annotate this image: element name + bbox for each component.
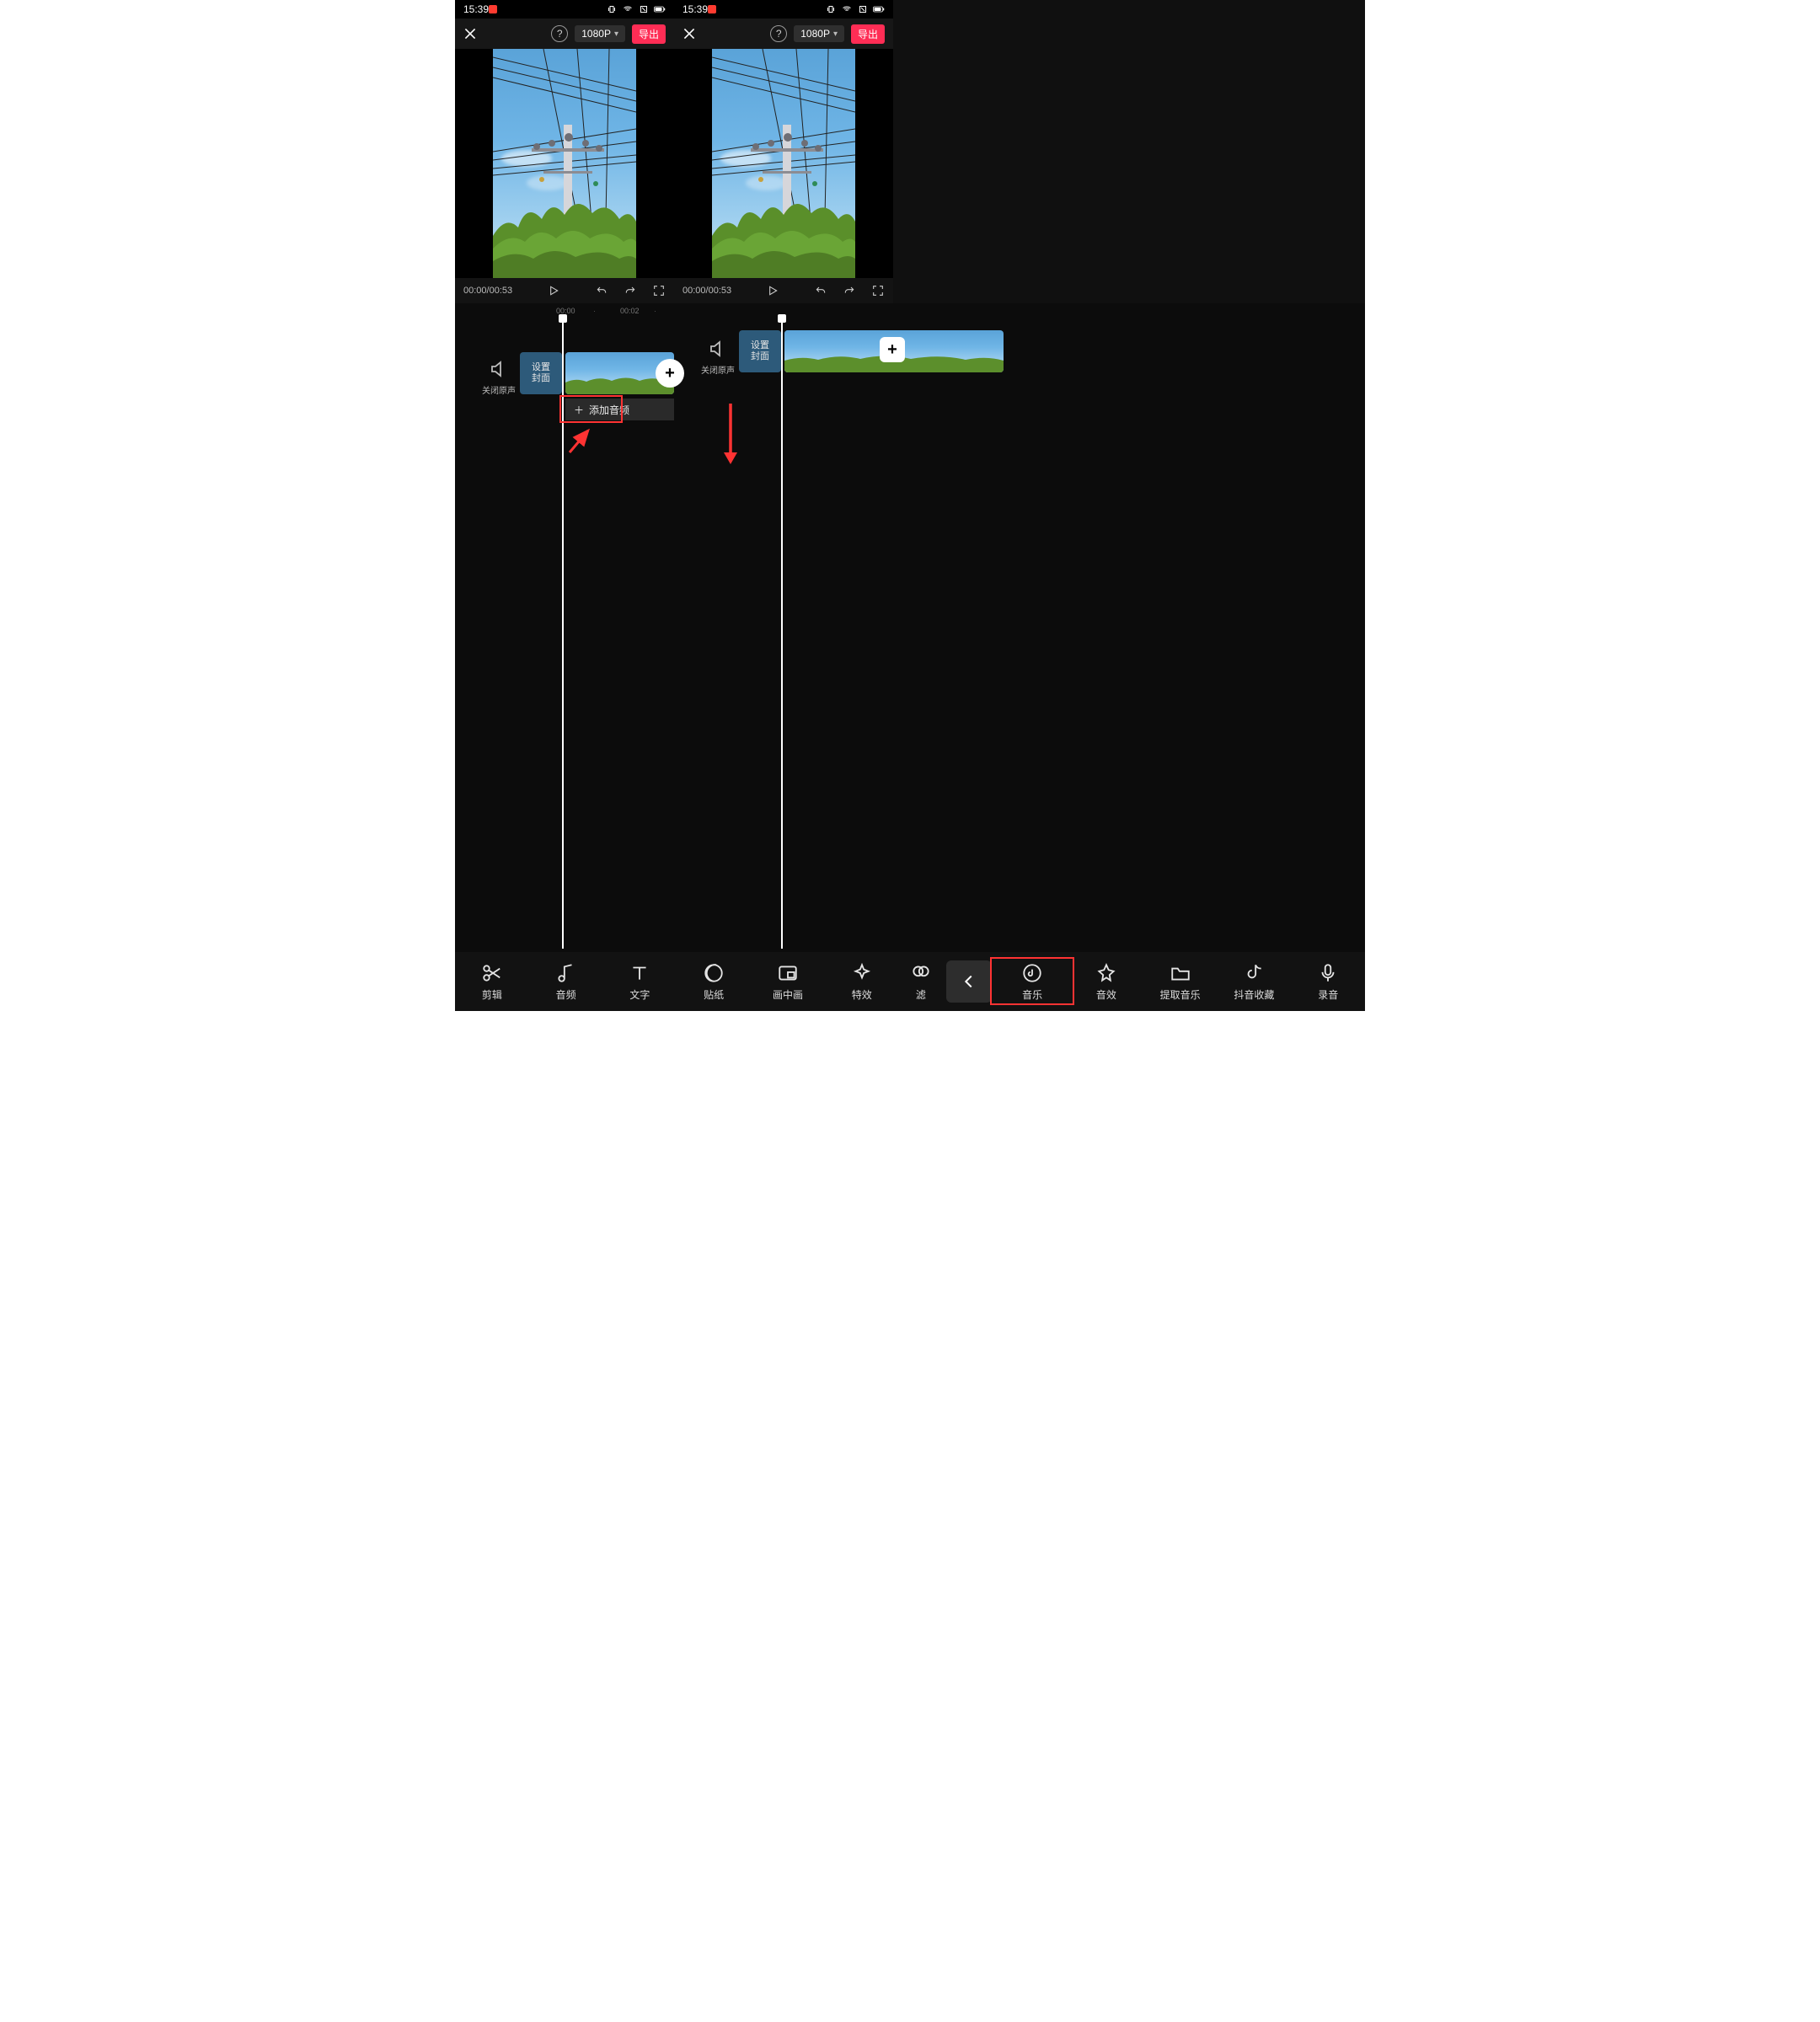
mute-original-button[interactable]: 关闭原声 xyxy=(701,339,735,376)
wifi-icon xyxy=(622,4,634,14)
highlight-music-tool xyxy=(990,957,1074,1005)
battery-icon xyxy=(873,4,885,14)
tool-audio[interactable]: 音频 xyxy=(529,962,603,1002)
mute-original-button[interactable]: 关闭原声 xyxy=(482,359,516,396)
sticker-icon xyxy=(703,962,725,984)
help-icon[interactable]: ? xyxy=(770,25,787,42)
highlight-add-audio xyxy=(559,395,623,423)
record-indicator-icon xyxy=(489,5,497,13)
fullscreen-icon[interactable] xyxy=(652,284,666,297)
nodata-icon xyxy=(857,4,869,14)
tool-record[interactable]: 录音 xyxy=(1291,962,1365,1002)
status-right xyxy=(489,5,497,13)
tool-edit[interactable]: 剪辑 xyxy=(455,962,529,1002)
scissors-icon xyxy=(481,962,503,984)
help-icon[interactable]: ? xyxy=(551,25,568,42)
bottom-toolbar: 剪辑 音频 文字 贴纸 画中画 特效 滤 xyxy=(455,952,1365,1011)
tool-effects[interactable]: 特效 xyxy=(825,962,899,1002)
redo-icon[interactable] xyxy=(624,284,637,297)
status-icons xyxy=(825,4,885,14)
undo-icon[interactable] xyxy=(814,284,827,297)
sparkle-icon xyxy=(851,962,873,984)
playhead[interactable] xyxy=(781,318,783,949)
mute-label: 关闭原声 xyxy=(482,383,516,396)
mute-icon xyxy=(708,339,728,359)
resolution-dropdown[interactable]: 1080P xyxy=(575,25,625,42)
text-icon xyxy=(629,962,650,984)
tool-sticker[interactable]: 贴纸 xyxy=(677,962,751,1002)
timeline-overflow[interactable]: + xyxy=(893,303,1365,952)
playback-bar: 00:00/00:53 xyxy=(674,278,893,303)
undo-icon[interactable] xyxy=(595,284,608,297)
playback-bar: 00:00/00:53 xyxy=(455,278,674,303)
time-display: 00:00/00:53 xyxy=(682,286,731,296)
vibrate-icon xyxy=(606,4,618,14)
tool-pip[interactable]: 画中画 xyxy=(751,962,825,1002)
douyin-icon xyxy=(1243,962,1265,984)
close-icon[interactable] xyxy=(463,27,477,40)
submenu-back-button[interactable] xyxy=(946,960,992,1003)
play-icon[interactable] xyxy=(547,284,560,297)
set-cover-button[interactable]: 设置 封面 xyxy=(520,352,562,394)
nodata-icon xyxy=(638,4,650,14)
left-screen: 15:39 ? 1080P 导出 xyxy=(455,0,674,303)
preview-area xyxy=(455,49,674,278)
record-indicator-icon xyxy=(708,5,716,13)
close-icon[interactable] xyxy=(682,27,696,40)
tool-sound-effect[interactable]: 音效 xyxy=(1069,962,1143,1002)
battery-icon xyxy=(654,4,666,14)
timeline-left[interactable]: 00:00 · 00:02 · 关闭原声 设置 封面 + ＋ 添加音 xyxy=(455,303,674,952)
export-button[interactable]: 导出 xyxy=(632,24,666,44)
video-preview[interactable] xyxy=(493,49,636,278)
tool-text[interactable]: 文字 xyxy=(603,962,677,1002)
preview-area xyxy=(674,49,893,278)
microphone-icon xyxy=(1317,962,1339,984)
tool-douyin-favorites[interactable]: 抖音收藏 xyxy=(1218,962,1292,1002)
timeline-right[interactable]: 关闭原声 设置 封面 xyxy=(674,303,893,952)
fullscreen-icon[interactable] xyxy=(871,284,885,297)
resolution-dropdown[interactable]: 1080P xyxy=(794,25,844,42)
pip-icon xyxy=(777,962,799,984)
star-icon xyxy=(1095,962,1117,984)
music-note-icon xyxy=(555,962,577,984)
chevron-left-icon xyxy=(960,972,978,991)
editor-toolbar: ? 1080P 导出 xyxy=(674,19,893,49)
status-bar: 15:39 xyxy=(455,0,674,19)
export-button[interactable]: 导出 xyxy=(851,24,885,44)
mute-label: 关闭原声 xyxy=(701,363,735,376)
status-bar: 15:39 xyxy=(674,0,893,19)
add-clip-button[interactable]: + xyxy=(880,337,905,362)
tool-music[interactable]: 音乐 xyxy=(995,962,1069,1002)
time-display: 00:00/00:53 xyxy=(463,286,512,296)
wifi-icon xyxy=(841,4,853,14)
set-cover-button[interactable]: 设置 封面 xyxy=(739,330,781,372)
top-filler xyxy=(893,0,1365,303)
play-icon[interactable] xyxy=(766,284,779,297)
status-time: 15:39 xyxy=(682,3,708,15)
status-time: 15:39 xyxy=(463,3,489,15)
redo-icon[interactable] xyxy=(843,284,856,297)
filter-icon xyxy=(910,962,932,984)
tool-extract-music[interactable]: 提取音乐 xyxy=(1143,962,1218,1002)
status-icons xyxy=(606,4,666,14)
status-right xyxy=(708,5,716,13)
folder-icon xyxy=(1170,962,1191,984)
right-screen: 15:39 ? 1080P 导出 xyxy=(674,0,893,303)
video-preview[interactable] xyxy=(712,49,855,278)
timeline-area: 00:00 · 00:02 · 关闭原声 设置 封面 + ＋ 添加音 xyxy=(455,303,1365,952)
highlight-arrow-2 xyxy=(714,400,747,472)
vibrate-icon xyxy=(825,4,837,14)
tool-filter-partial[interactable]: 滤 xyxy=(899,962,944,1002)
highlight-arrow-1 xyxy=(563,424,597,462)
mute-icon xyxy=(489,359,509,379)
editor-toolbar: ? 1080P 导出 xyxy=(455,19,674,49)
